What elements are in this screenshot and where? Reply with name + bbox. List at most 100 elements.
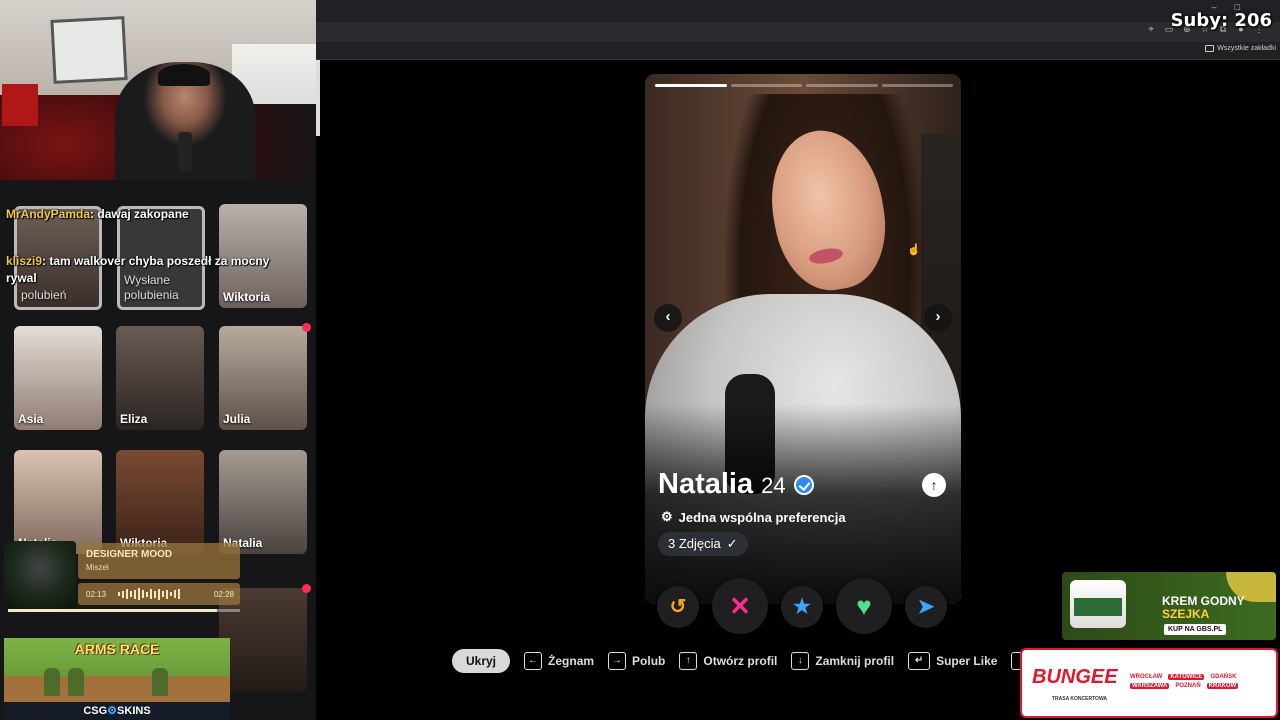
- banner-title: ARMS RACE: [74, 641, 160, 657]
- super-like-button[interactable]: ★: [781, 586, 823, 628]
- profile-name: Natalia: [658, 468, 754, 500]
- track-elapsed: 02:13: [86, 590, 107, 599]
- arms-race-banner: ARMS RACE: [4, 638, 230, 702]
- ad-title: KREM GODNY SZEJKA: [1162, 595, 1245, 621]
- hint-super: ↵ Super Like: [908, 652, 997, 670]
- match-name: Eliza: [120, 412, 148, 426]
- subscriber-counter: Suby: 206: [1170, 10, 1272, 31]
- up-arrow-key-icon: ↑: [679, 652, 698, 670]
- sliders-icon: ⚙: [661, 509, 673, 524]
- nope-icon: ✕: [729, 591, 751, 621]
- match-card[interactable]: Natalia: [219, 450, 307, 554]
- hint-close: ↓ Zamknij profil: [791, 652, 894, 670]
- mouse-cursor-icon: ☝: [907, 244, 921, 256]
- check-icon: ✓: [726, 536, 738, 551]
- ad-line2: SZEJKA: [1162, 607, 1210, 621]
- like-button[interactable]: ♥: [836, 578, 892, 634]
- shared-preference: ⚙ Jedna wspólna preferencja: [661, 509, 846, 525]
- left-arrow-key-icon: ←: [524, 652, 543, 670]
- match-name: Wiktoria: [223, 290, 271, 304]
- chat-text: : dawaj zakopane: [90, 207, 189, 221]
- waveform-icon: [118, 588, 180, 600]
- sponsor-right: SKINS: [117, 705, 151, 717]
- hint-nope: ← Żegnam: [524, 652, 594, 670]
- hint-like: → Polub: [608, 652, 665, 670]
- profile-card[interactable]: ‹ › Natalia 24 ↑ ⚙ Jedna wspólna prefere…: [645, 74, 961, 604]
- match-card[interactable]: Asia: [14, 326, 102, 430]
- bungee-ad: BUNGEE TRASA KONCERTOWA WROCŁAW KATOWICE…: [1020, 648, 1278, 718]
- photo-indicator: [730, 84, 802, 87]
- hide-hints-button[interactable]: Ukryj: [452, 649, 511, 673]
- tile-label: polubień: [21, 288, 67, 302]
- photo-indicator: [806, 84, 878, 87]
- album-art: [4, 541, 76, 609]
- new-match-dot: [302, 584, 311, 593]
- enter-key-icon: ↵: [908, 652, 931, 670]
- bungee-subtitle: TRASA KONCERTOWA: [1052, 696, 1107, 702]
- ad-cta: KUP NA GBS.PL: [1164, 624, 1227, 635]
- nope-button[interactable]: ✕: [712, 578, 768, 634]
- match-card[interactable]: Julia: [219, 326, 307, 430]
- photos-count: 3 Zdjęcia: [668, 536, 721, 551]
- match-card[interactable]: Natalia: [14, 450, 102, 554]
- gbs-ad: KREM GODNY SZEJKA KUP NA GBS.PL: [1062, 572, 1276, 640]
- city: WROCŁAW: [1130, 674, 1163, 680]
- sponsor-left: CSG: [83, 705, 108, 717]
- hint-label: Super Like: [936, 654, 998, 668]
- location-icon[interactable]: ⌖: [1146, 24, 1156, 34]
- hint-label: Żegnam: [548, 654, 595, 668]
- boost-icon: ➤: [917, 596, 935, 618]
- keyboard-hints: Ukryj ← Żegnam → Polub ↑ Otwórz profil ↓ Zam…: [452, 649, 1036, 673]
- city: GDAŃSK: [1210, 674, 1237, 680]
- bungee-logo: BUNGEE: [1032, 666, 1118, 688]
- all-bookmarks-link[interactable]: Wszystkie zakładki: [1205, 45, 1276, 52]
- webcam-feed: [0, 0, 316, 180]
- music-widget: DESIGNER MOOD Miszel 02:13 02:28: [4, 541, 240, 613]
- folder-icon: [1205, 45, 1215, 52]
- track-artist: Miszel: [86, 563, 109, 572]
- match-name: Asia: [18, 412, 44, 426]
- track-timeline: 02:13 02:28: [78, 583, 240, 605]
- chat-username: kliszi9: [6, 254, 43, 268]
- chat-message: kliszi9: tam walkover chyba poszedł za m…: [6, 253, 296, 287]
- chat-text: : tam walkover chyba poszedł za mocny ry…: [6, 254, 270, 285]
- verified-badge-icon: [793, 475, 814, 495]
- photo-indicators: [655, 84, 953, 87]
- left-panel: polubień Wysłane polubienia Wiktoria Asi…: [0, 0, 316, 720]
- all-bookmarks-label: Wszystkie zakładki: [1217, 45, 1276, 52]
- product-jar-icon: [1070, 580, 1126, 628]
- bookmarks-bar: [316, 42, 1280, 60]
- photo-indicator: [881, 84, 953, 87]
- browser-tabbar: [316, 0, 1280, 22]
- chat-message: MrAndyPamda: dawaj zakopane: [6, 206, 296, 223]
- profile-age: 24: [761, 473, 786, 498]
- ad-line1: KREM GODNY: [1162, 594, 1245, 608]
- browser-urlbar[interactable]: [316, 22, 1280, 42]
- match-card[interactable]: Wiktoria: [116, 450, 204, 554]
- action-bar: ↺ ✕ ★ ♥ ➤: [657, 578, 957, 634]
- photos-chip[interactable]: 3 Zdjęcia ✓: [658, 532, 748, 556]
- panel-scrollbar[interactable]: [316, 60, 320, 136]
- track-total: 02:28: [213, 590, 234, 599]
- rewind-button[interactable]: ↺: [657, 586, 699, 628]
- right-arrow-key-icon: →: [608, 652, 627, 670]
- previous-photo-button[interactable]: ‹: [654, 304, 682, 332]
- sponsor-logo: CSG⚙SKINS: [4, 702, 230, 720]
- match-card[interactable]: Eliza: [116, 326, 204, 430]
- city: POZNAŃ: [1175, 683, 1201, 689]
- open-profile-button[interactable]: ↑: [922, 473, 946, 497]
- city: KATOWICE: [1168, 674, 1205, 680]
- photo-indicator: [655, 84, 727, 87]
- profile-header: Natalia 24: [658, 468, 814, 501]
- new-match-dot: [302, 323, 311, 332]
- boost-button[interactable]: ➤: [905, 586, 947, 628]
- tour-cities: WROCŁAW KATOWICE GDAŃSK WARSZAWA POZNAŃ …: [1130, 674, 1276, 689]
- next-photo-button[interactable]: ›: [924, 304, 952, 332]
- chat-username: MrAndyPamda: [6, 207, 91, 221]
- track-info: DESIGNER MOOD Miszel: [78, 543, 240, 579]
- rewind-icon: ↺: [669, 596, 687, 618]
- hint-label: Zamknij profil: [815, 654, 895, 668]
- down-arrow-key-icon: ↓: [791, 652, 810, 670]
- hint-label: Otwórz profil: [703, 654, 778, 668]
- preference-text: Jedna wspólna preferencja: [678, 509, 846, 525]
